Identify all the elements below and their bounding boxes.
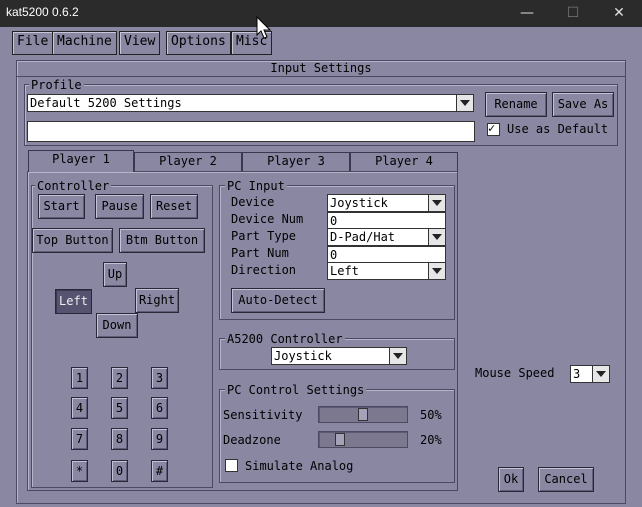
- profile-select-value: Default 5200 Settings: [30, 96, 182, 110]
- mouse-pointer-icon: [256, 16, 272, 39]
- rename-button[interactable]: Rename: [485, 92, 547, 117]
- chevron-down-icon: [428, 263, 445, 279]
- menu-options[interactable]: Options: [166, 31, 231, 55]
- menu-bar: File Machine View Options Misc: [0, 27, 642, 57]
- pause-button[interactable]: Pause: [95, 194, 144, 219]
- controller-label: Controller: [35, 179, 112, 193]
- keypad-5-button[interactable]: 5: [111, 397, 128, 419]
- chevron-down-icon: [428, 229, 445, 245]
- device-select[interactable]: Joystick: [327, 194, 446, 212]
- menu-machine[interactable]: Machine: [52, 31, 117, 55]
- tab-player-3[interactable]: Player 3: [242, 152, 350, 171]
- tab-player-1[interactable]: Player 1: [28, 150, 134, 172]
- use-as-default-label: Use as Default: [507, 122, 609, 136]
- profile-label: Profile: [29, 78, 84, 92]
- deadzone-slider[interactable]: [318, 431, 408, 448]
- keypad-star-button[interactable]: *: [71, 460, 88, 482]
- simulate-analog-label: Simulate Analog: [245, 459, 354, 473]
- tab-player-2[interactable]: Player 2: [134, 152, 242, 171]
- keypad-3-button[interactable]: 3: [151, 367, 168, 389]
- use-as-default-checkbox[interactable]: ✓: [487, 121, 500, 136]
- profile-select[interactable]: Default 5200 Settings: [27, 94, 474, 112]
- sensitivity-slider-thumb[interactable]: [358, 408, 368, 421]
- sensitivity-value: 50%: [420, 408, 442, 422]
- a5200-controller-label: A5200 Controller: [225, 332, 345, 346]
- keypad-hash-button[interactable]: #: [151, 460, 168, 482]
- check-icon: ✓: [488, 121, 496, 135]
- menu-file[interactable]: File: [12, 31, 54, 55]
- mouse-speed-value: 3: [573, 367, 581, 381]
- tab-player-4[interactable]: Player 4: [350, 152, 458, 171]
- keypad-0-button[interactable]: 0: [111, 460, 128, 482]
- device-select-value: Joystick: [330, 196, 388, 210]
- device-num-label: Device Num: [231, 212, 304, 226]
- keypad-7-button[interactable]: 7: [71, 428, 88, 450]
- menu-view[interactable]: View: [119, 31, 161, 55]
- chevron-down-icon: [428, 195, 445, 211]
- start-button[interactable]: Start: [38, 194, 85, 219]
- btm-button-button[interactable]: Btm Button: [119, 228, 205, 253]
- direction-select[interactable]: Left: [327, 262, 446, 280]
- right-button[interactable]: Right: [135, 288, 179, 313]
- ok-button[interactable]: Ok: [498, 467, 524, 492]
- keypad-1-button[interactable]: 1: [71, 367, 88, 389]
- keypad-9-button[interactable]: 9: [151, 428, 168, 450]
- reset-button[interactable]: Reset: [150, 194, 198, 219]
- deadzone-value: 20%: [420, 433, 442, 447]
- a5200-controller-value: Joystick: [274, 349, 332, 363]
- keypad-8-button[interactable]: 8: [111, 428, 128, 450]
- sensitivity-slider[interactable]: [318, 406, 408, 423]
- up-button[interactable]: Up: [103, 262, 127, 287]
- part-num-label: Part Num: [231, 246, 289, 260]
- down-button[interactable]: Down: [96, 313, 138, 338]
- left-button[interactable]: Left: [55, 289, 92, 314]
- close-icon[interactable]: ✕: [596, 0, 642, 27]
- keypad-4-button[interactable]: 4: [71, 397, 88, 419]
- simulate-analog-checkbox[interactable]: [225, 459, 238, 472]
- a5200-controller-select[interactable]: Joystick: [271, 347, 407, 365]
- title-bar: kat5200 0.6.2 — ☐ ✕: [0, 0, 642, 27]
- device-label: Device: [231, 195, 275, 209]
- maximize-icon[interactable]: ☐: [550, 0, 596, 27]
- mouse-speed-label: Mouse Speed: [475, 366, 555, 380]
- pc-input-label: PC Input: [225, 179, 287, 193]
- sensitivity-label: Sensitivity: [223, 408, 303, 422]
- deadzone-label: Deadzone: [223, 433, 281, 447]
- dialog-title: Input Settings: [270, 61, 372, 75]
- keypad-2-button[interactable]: 2: [111, 367, 128, 389]
- cancel-button[interactable]: Cancel: [538, 467, 594, 492]
- save-as-button[interactable]: Save As: [552, 92, 614, 117]
- auto-detect-button[interactable]: Auto-Detect: [231, 288, 325, 313]
- keypad-6-button[interactable]: 6: [151, 397, 168, 419]
- direction-select-value: Left: [330, 264, 359, 278]
- pc-control-settings-label: PC Control Settings: [225, 383, 367, 397]
- profile-name-input[interactable]: [27, 121, 475, 142]
- part-type-label: Part Type: [231, 229, 297, 243]
- top-button-button[interactable]: Top Button: [32, 228, 113, 253]
- dialog-title-divider: [17, 76, 625, 77]
- chevron-down-icon: [592, 366, 609, 382]
- part-type-select[interactable]: D-Pad/Hat: [327, 228, 446, 246]
- part-type-select-value: D-Pad/Hat: [330, 230, 396, 244]
- chevron-down-icon: [456, 95, 473, 111]
- direction-label: Direction: [231, 263, 297, 277]
- window-title: kat5200 0.6.2: [6, 5, 79, 19]
- mouse-speed-select[interactable]: 3: [570, 365, 610, 383]
- minimize-icon[interactable]: —: [504, 0, 550, 27]
- deadzone-slider-thumb[interactable]: [335, 433, 345, 446]
- chevron-down-icon: [389, 348, 406, 364]
